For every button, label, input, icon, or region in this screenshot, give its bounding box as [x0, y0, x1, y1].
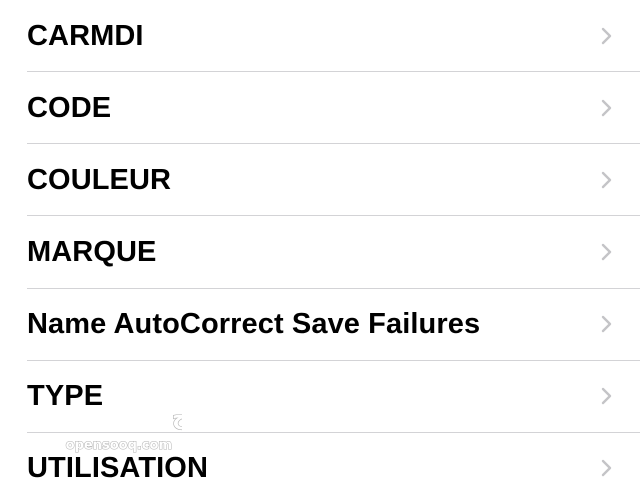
- list-item-marque[interactable]: MARQUE: [0, 216, 640, 288]
- chevron-right-icon: [601, 171, 612, 189]
- list-item-type[interactable]: TYPE: [0, 360, 640, 432]
- settings-list: CARMDI CODE COULEUR MARQUE Name AutoCorr…: [0, 0, 640, 480]
- chevron-right-icon: [601, 99, 612, 117]
- chevron-right-icon: [601, 387, 612, 405]
- list-item-label: CODE: [27, 91, 112, 124]
- list-item-label: TYPE: [27, 379, 104, 412]
- chevron-right-icon: [601, 27, 612, 45]
- list-item-label: UTILISATION: [27, 451, 208, 480]
- list-item-label: COULEUR: [27, 163, 172, 196]
- list-item-label: CARMDI: [27, 19, 144, 52]
- list-item-code[interactable]: CODE: [0, 72, 640, 144]
- list-item-couleur[interactable]: COULEUR: [0, 144, 640, 216]
- list-item-carmdi[interactable]: CARMDI: [0, 0, 640, 72]
- list-item-utilisation[interactable]: UTILISATION: [0, 432, 640, 480]
- list-item-label: MARQUE: [27, 235, 157, 268]
- list-item-label: Name AutoCorrect Save Failures: [27, 307, 481, 340]
- list-item-name-autocorrect-save-failures[interactable]: Name AutoCorrect Save Failures: [0, 288, 640, 360]
- chevron-right-icon: [601, 243, 612, 261]
- chevron-right-icon: [601, 315, 612, 333]
- chevron-right-icon: [601, 459, 612, 477]
